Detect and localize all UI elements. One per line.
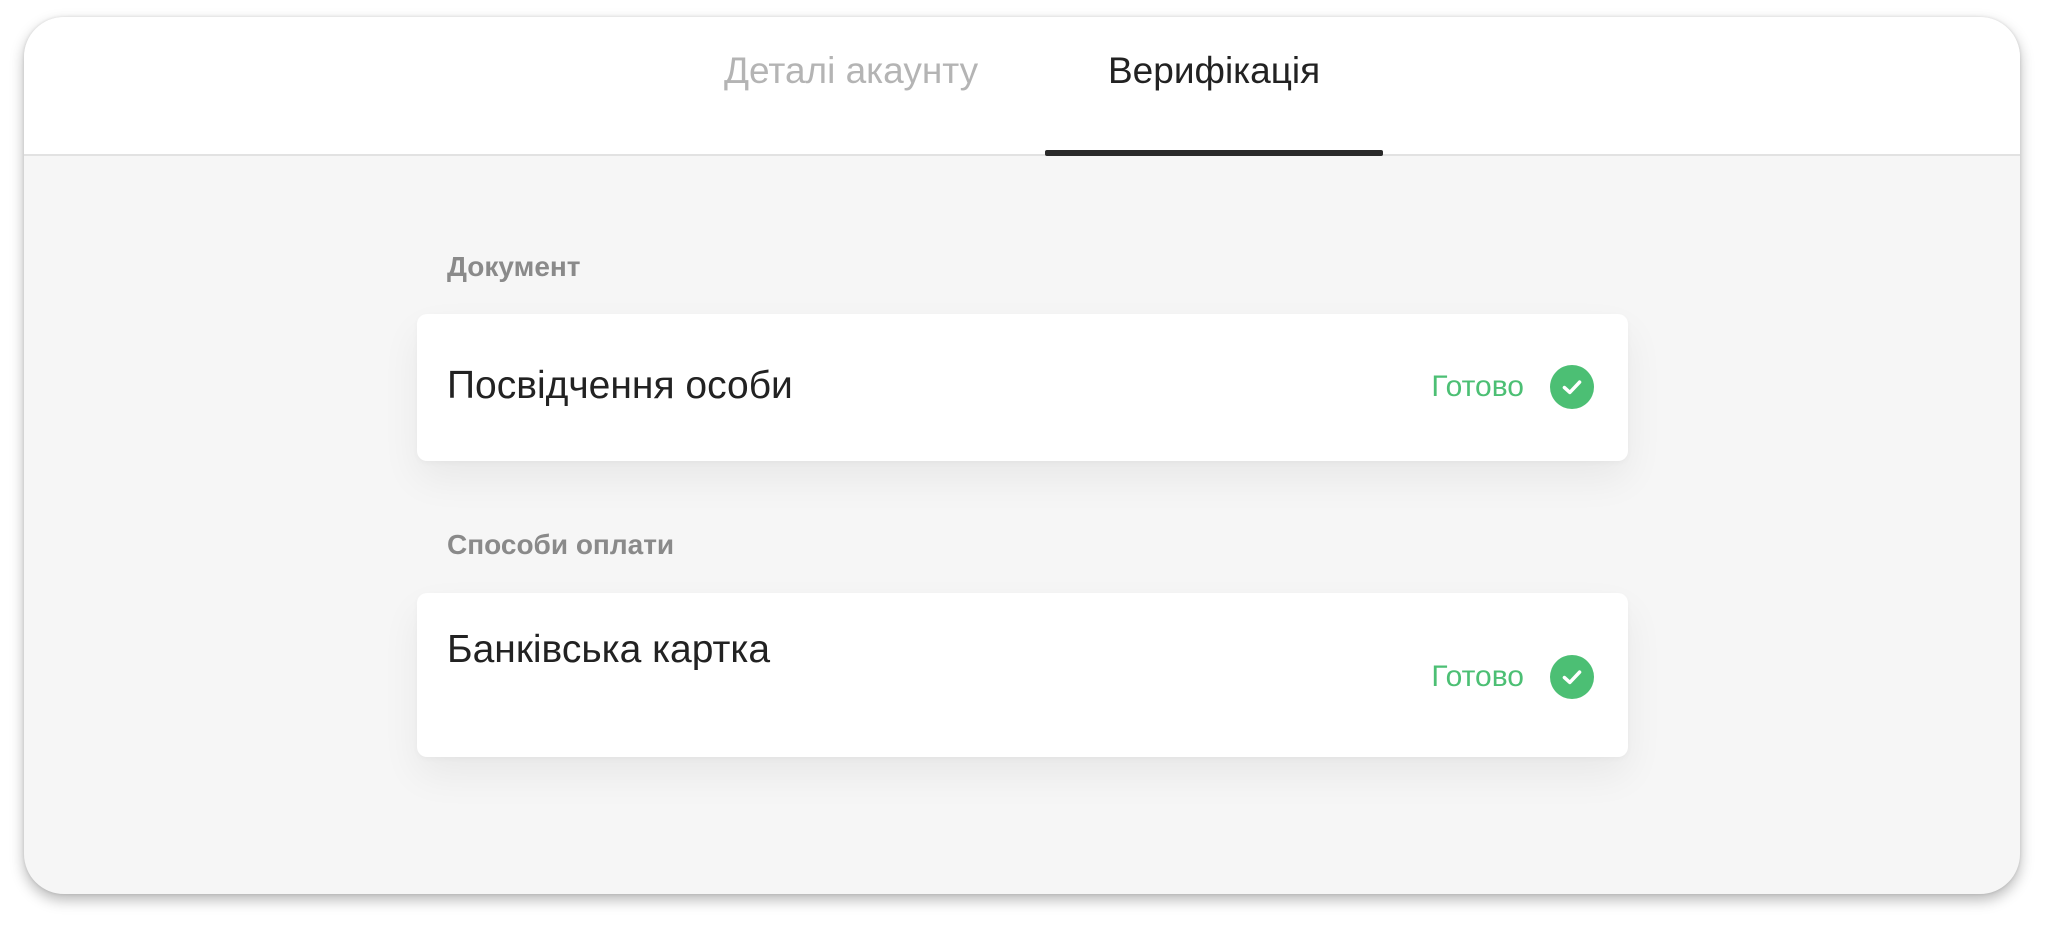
- card-label-bank-card: Банківська картка: [447, 628, 771, 671]
- verification-window: Деталі акаунту Верифікація Документ Посв…: [24, 17, 2020, 894]
- section-title-payment-methods: Способи оплати: [447, 529, 675, 560]
- card-identity-document[interactable]: Посвідчення особи Готово: [417, 314, 1628, 461]
- tab-verification[interactable]: Верифікація: [1108, 49, 1320, 93]
- status-badge-identity: Готово: [1431, 365, 1594, 409]
- status-badge-bank-card: Готово: [1431, 655, 1594, 699]
- status-text: Готово: [1431, 660, 1524, 693]
- check-circle-icon: [1550, 365, 1594, 409]
- tab-account-details[interactable]: Деталі акаунту: [724, 49, 978, 93]
- status-text: Готово: [1431, 370, 1524, 403]
- card-bank-card[interactable]: Банківська картка Готово: [417, 593, 1628, 757]
- section-title-document: Документ: [447, 251, 581, 282]
- check-circle-icon: [1550, 655, 1594, 699]
- tab-bar: Деталі акаунту Верифікація: [24, 17, 2020, 156]
- card-label-identity: Посвідчення особи: [447, 364, 793, 407]
- active-tab-indicator: [1045, 150, 1383, 156]
